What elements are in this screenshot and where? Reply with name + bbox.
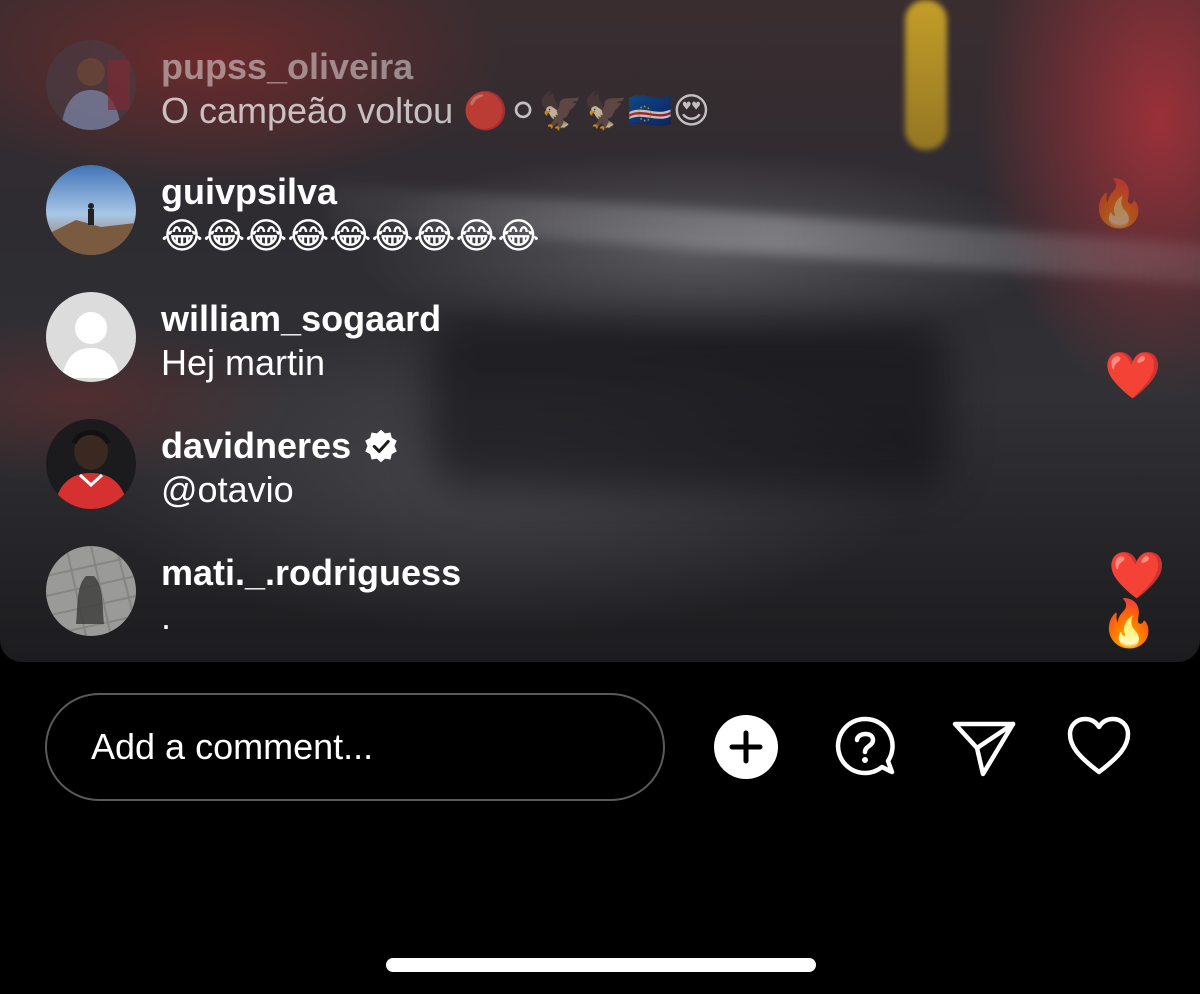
avatar[interactable] <box>46 546 136 636</box>
comment-item: william_sogaard Hej martin <box>46 292 946 388</box>
ask-question-button[interactable] <box>832 714 898 780</box>
comment-username[interactable]: william_sogaard <box>161 298 441 340</box>
plus-circle-icon <box>714 715 778 779</box>
comment-composer-bar <box>0 662 1200 994</box>
comment-username[interactable]: pupss_oliveira <box>161 46 413 88</box>
comment-text: @otavio <box>161 469 294 510</box>
share-button[interactable] <box>951 714 1017 780</box>
floating-fire-reaction: 🔥 <box>1100 597 1158 649</box>
comment-text: 😂😂😂😂😂😂😂😂😂 <box>161 215 540 256</box>
floating-heart-reaction: ❤️ <box>1104 349 1162 401</box>
avatar[interactable] <box>46 292 136 382</box>
comment-username[interactable]: mati._.rodriguess <box>161 552 461 594</box>
avatar[interactable] <box>46 40 136 130</box>
avatar[interactable] <box>46 165 136 255</box>
live-comments-list: pupss_oliveira O campeão voltou 🔴⚪🦅🦅🇨🇻😍 <box>0 0 1000 662</box>
comment-item: pupss_oliveira O campeão voltou 🔴⚪🦅🦅🇨🇻😍 <box>46 40 946 136</box>
heart-outline-icon <box>1067 716 1131 775</box>
comment-username[interactable]: davidneres <box>161 425 399 467</box>
floating-heart-reaction: ❤️ <box>1108 549 1166 601</box>
comment-text: O campeão voltou 🔴⚪🦅🦅🇨🇻😍 <box>161 90 711 131</box>
comment-username-text[interactable]: davidneres <box>161 425 351 467</box>
paper-plane-icon <box>952 721 1016 777</box>
verified-badge-icon <box>363 428 399 464</box>
comment-item: mati._.rodriguess . <box>46 546 946 642</box>
comment-item: guivpsilva 😂😂😂😂😂😂😂😂😂 <box>46 165 946 261</box>
like-button[interactable] <box>1066 714 1132 780</box>
comment-input[interactable] <box>45 693 665 801</box>
comment-username[interactable]: guivpsilva <box>161 171 337 213</box>
comment-text: Hej martin <box>161 342 326 383</box>
home-indicator[interactable] <box>386 958 816 972</box>
comment-text: . <box>161 596 172 637</box>
floating-fire-reaction: 🔥 <box>1090 177 1148 229</box>
avatar[interactable] <box>46 419 136 509</box>
comment-item: davidneres @otavio <box>46 419 946 515</box>
add-button[interactable] <box>713 714 779 780</box>
question-bubble-icon <box>835 716 895 776</box>
